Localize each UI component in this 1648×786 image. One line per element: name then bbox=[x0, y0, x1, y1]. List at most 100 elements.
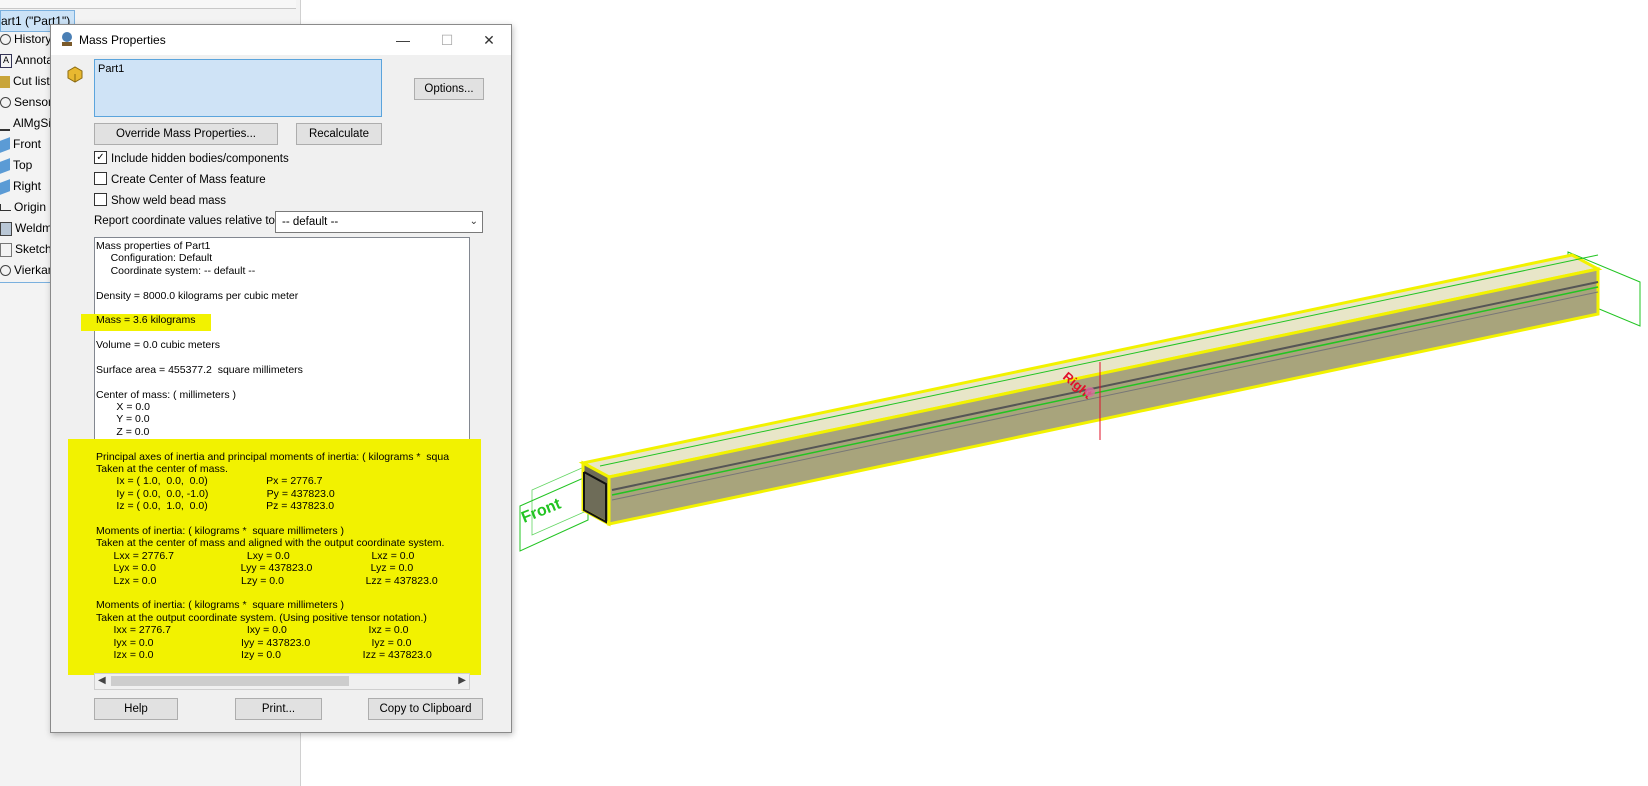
tree-item-label: Right bbox=[13, 179, 42, 193]
sketch-icon bbox=[0, 242, 12, 257]
checkbox-label: Create Center of Mass feature bbox=[111, 174, 266, 186]
tree-item-material[interactable]: AlMgSi bbox=[0, 113, 51, 133]
tree-item-top-plane[interactable]: Top bbox=[0, 155, 32, 175]
report-line: Volume = 0.0 cubic meters bbox=[96, 339, 221, 352]
tree-item-annotations[interactable]: A Annota bbox=[0, 50, 53, 70]
origin-marker bbox=[1085, 387, 1095, 397]
selected-item[interactable]: Part1 bbox=[98, 63, 124, 75]
plane-icon bbox=[0, 158, 10, 174]
origin-icon bbox=[0, 204, 11, 212]
report-line: Taken at the center of mass. bbox=[96, 463, 228, 476]
help-button[interactable]: Help bbox=[94, 698, 178, 720]
report-line: X = 0.0 bbox=[96, 401, 150, 414]
copy-to-clipboard-button[interactable]: Copy to Clipboard bbox=[368, 698, 483, 720]
material-icon bbox=[0, 117, 10, 131]
maximize-button[interactable]: ☐ bbox=[425, 25, 469, 55]
override-mass-properties-button[interactable]: Override Mass Properties... bbox=[94, 123, 278, 145]
create-com-checkbox-row[interactable]: Create Center of Mass feature bbox=[94, 172, 266, 189]
report-line: Center of mass: ( millimeters ) bbox=[96, 388, 237, 401]
report-line: Iz = ( 0.0, 1.0, 0.0) Pz = 437823.0 bbox=[96, 500, 335, 513]
annotations-icon: A bbox=[0, 53, 12, 68]
beam-green-line bbox=[611, 286, 1599, 496]
report-line: Configuration: Default bbox=[96, 252, 213, 265]
report-line: Lyx = 0.0 Lyy = 437823.0 Lyz = 0.0 bbox=[96, 562, 414, 575]
coord-system-value: -- default -- bbox=[282, 216, 339, 228]
tree-item-history[interactable]: History bbox=[0, 29, 51, 49]
report-line: Moments of inertia: ( kilograms * square… bbox=[96, 599, 344, 612]
plane-icon bbox=[0, 179, 10, 195]
report-line: Density = 8000.0 kilograms per cubic met… bbox=[96, 289, 299, 302]
front-plane-label: Front bbox=[519, 495, 564, 526]
print-button[interactable]: Print... bbox=[235, 698, 322, 720]
report-line: Izx = 0.0 Izy = 0.0 Izz = 437823.0 bbox=[96, 648, 432, 661]
include-hidden-checkbox-row[interactable]: ✓ Include hidden bodies/components bbox=[94, 151, 289, 168]
report-line: Surface area = 455377.2 square millimete… bbox=[96, 363, 303, 376]
show-weld-bead-checkbox[interactable] bbox=[94, 193, 107, 207]
scale-icon bbox=[62, 32, 72, 46]
tree-item-weldment[interactable]: Weldm bbox=[0, 218, 52, 238]
report-line: Y = 0.0 bbox=[96, 413, 150, 426]
report-line: Coordinate system: -- default -- bbox=[96, 264, 256, 277]
report-line: Ixx = 2776.7 Ixy = 0.0 Ixz = 0.0 bbox=[96, 624, 409, 637]
tree-item-label: Annota bbox=[15, 53, 54, 67]
scroll-left-icon[interactable]: ◀ bbox=[98, 674, 106, 688]
checkbox-label: Show weld bead mass bbox=[111, 195, 227, 207]
report-line: Principal axes of inertia and principal … bbox=[96, 450, 450, 463]
chevron-down-icon[interactable]: ⌄ bbox=[470, 212, 478, 232]
report-line: Lzx = 0.0 Lzy = 0.0 Lzz = 437823.0 bbox=[96, 574, 438, 587]
report-line bbox=[96, 277, 468, 289]
report-line bbox=[96, 302, 468, 314]
report-line bbox=[96, 352, 468, 364]
report-line: Mass = 3.6 kilograms bbox=[96, 314, 196, 327]
plane-icon bbox=[0, 137, 10, 153]
report-line bbox=[96, 513, 468, 525]
recalculate-button[interactable]: Recalculate bbox=[296, 123, 382, 145]
tree-item-structural-member[interactable]: Vierkan bbox=[0, 260, 54, 280]
scroll-right-icon[interactable]: ▶ bbox=[458, 674, 466, 688]
tree-item-cut-list[interactable]: Cut list bbox=[0, 71, 50, 91]
beam-inner-edge-2 bbox=[611, 291, 1599, 501]
sensors-icon bbox=[0, 97, 11, 109]
report-line: Mass properties of Part1 bbox=[96, 240, 211, 252]
tree-item-label: Cut list bbox=[13, 74, 50, 88]
include-hidden-checkbox[interactable]: ✓ bbox=[94, 151, 107, 165]
cut-list-icon bbox=[0, 75, 10, 88]
mass-properties-dialog: Mass Properties — ☐ ✕ Part1 Options... O… bbox=[50, 24, 512, 733]
tree-item-label: Top bbox=[13, 158, 33, 172]
report-line bbox=[96, 587, 468, 599]
report-line bbox=[96, 376, 468, 388]
weldment-icon bbox=[0, 221, 12, 236]
tree-item-label: Weldm bbox=[15, 221, 53, 235]
options-button[interactable]: Options... bbox=[414, 78, 484, 100]
scrollbar-thumb[interactable] bbox=[111, 676, 349, 686]
show-weld-bead-checkbox-row[interactable]: Show weld bead mass bbox=[94, 193, 227, 210]
tree-item-label: History bbox=[14, 32, 52, 46]
report-line: Z = 0.0 bbox=[96, 425, 150, 438]
coord-system-dropdown[interactable]: -- default -- ⌄ bbox=[275, 211, 483, 233]
selected-items-list[interactable]: Part1 bbox=[94, 59, 382, 117]
dialog-titlebar[interactable]: Mass Properties — ☐ ✕ bbox=[51, 25, 511, 55]
tree-item-label: AlMgSi bbox=[13, 116, 52, 130]
tree-item-label: Front bbox=[13, 137, 42, 151]
report-line bbox=[96, 327, 468, 339]
tree-item-label: Vierkan bbox=[14, 263, 55, 277]
report-line: Lxx = 2776.7 Lxy = 0.0 Lxz = 0.0 bbox=[96, 549, 415, 562]
coord-system-label: Report coordinate values relative to: bbox=[94, 215, 279, 227]
report-text: Mass properties of Part1 Configuration: … bbox=[96, 240, 468, 661]
dialog-title: Mass Properties bbox=[79, 33, 166, 47]
close-button[interactable]: ✕ bbox=[467, 25, 511, 55]
report-line: Iyx = 0.0 Iyy = 437823.0 Iyz = 0.0 bbox=[96, 636, 412, 649]
structural-member-icon bbox=[0, 265, 11, 277]
tree-item-label: Origin bbox=[14, 200, 47, 214]
tree-item-front-plane[interactable]: Front bbox=[0, 134, 41, 154]
tree-header bbox=[0, 0, 296, 9]
report-line: Ix = ( 1.0, 0.0, 0.0) Px = 2776.7 bbox=[96, 475, 323, 488]
checkbox-label: Include hidden bodies/components bbox=[111, 153, 289, 165]
tree-item-origin[interactable]: Origin bbox=[0, 197, 46, 217]
horizontal-scrollbar[interactable]: ◀ ▶ bbox=[94, 673, 470, 690]
beam-top-face bbox=[578, 253, 1603, 479]
report-line: Moments of inertia: ( kilograms * square… bbox=[96, 524, 344, 537]
create-com-checkbox[interactable] bbox=[94, 172, 107, 186]
minimize-button[interactable]: — bbox=[381, 25, 425, 55]
tree-item-right-plane[interactable]: Right bbox=[0, 176, 41, 196]
